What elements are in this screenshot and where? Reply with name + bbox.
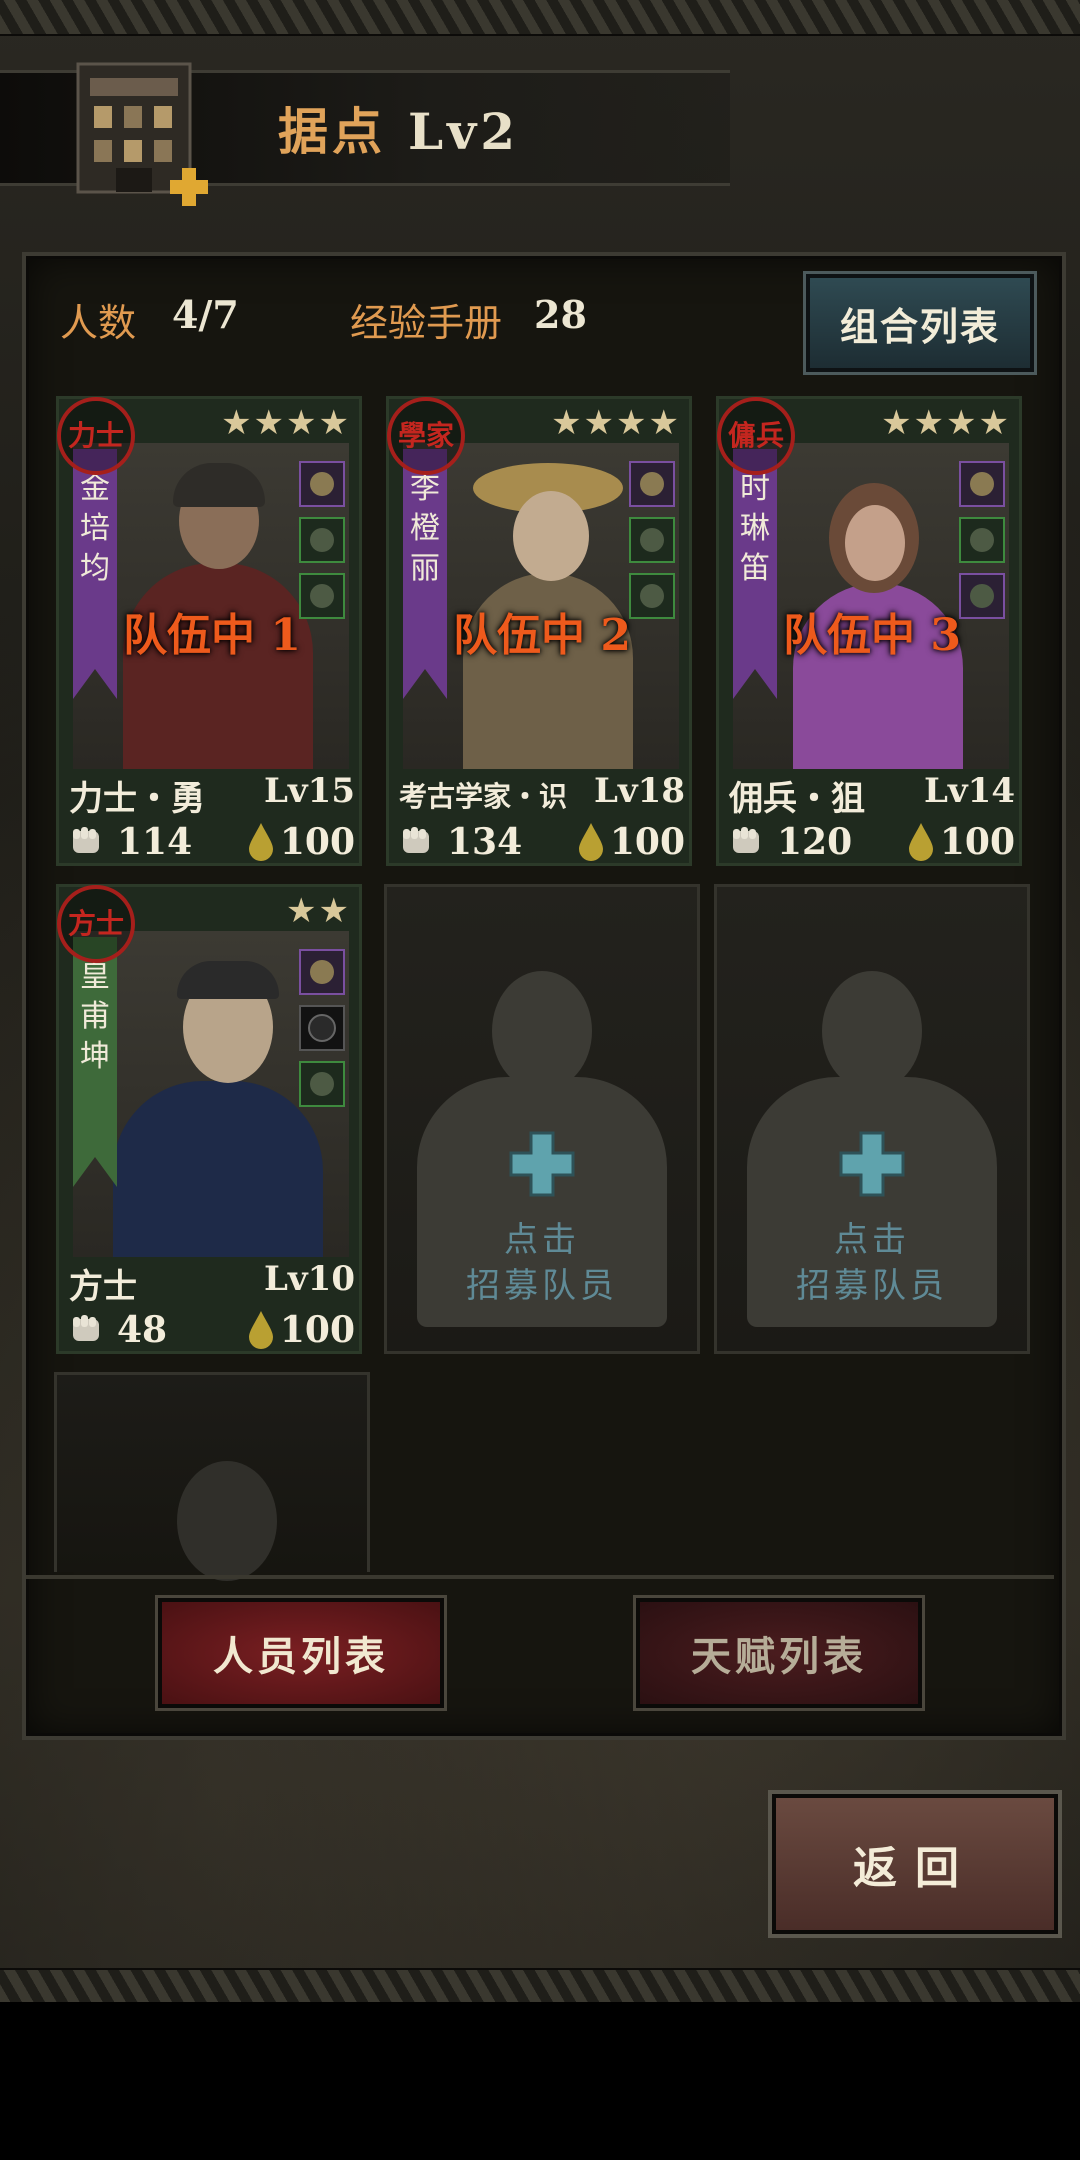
class-seal: 學家	[387, 397, 465, 475]
exp-book-value: 28	[534, 292, 587, 337]
locked-slot	[54, 1372, 370, 1581]
equipment-slot[interactable]	[299, 1005, 345, 1051]
star-rating: ★★★★	[551, 403, 681, 443]
silhouette-placeholder	[57, 1375, 367, 1581]
class-name: 方士	[69, 1267, 137, 1307]
bottom-border	[0, 1968, 1080, 2004]
name-char: 李	[410, 471, 440, 506]
member-level: Lv10	[264, 1259, 355, 1299]
member-level: Lv18	[594, 771, 685, 811]
bottom-bar	[0, 2002, 1080, 2160]
class-seal: 力士	[57, 397, 135, 475]
fist-icon	[73, 1315, 99, 1341]
recruit-line-2: 招募队员	[466, 1266, 618, 1306]
power-value: 134	[447, 821, 523, 863]
power-value: 114	[117, 821, 193, 863]
name-banner: 皇 甫 坤	[73, 937, 117, 1187]
name-char: 金	[80, 471, 110, 506]
stamina-value: 100	[939, 821, 1015, 863]
stamina-drop-icon	[249, 823, 273, 861]
fist-icon	[403, 827, 429, 853]
tab-divider	[26, 1575, 1054, 1579]
stamina-value: 100	[279, 821, 355, 863]
equipment-slot[interactable]	[959, 517, 1005, 563]
tab-member-list[interactable]: 人员列表	[155, 1595, 447, 1711]
member-count-label: 人数	[60, 301, 137, 345]
power-value: 48	[117, 1309, 168, 1351]
equipment-slot[interactable]	[629, 517, 675, 563]
plus-icon	[509, 1131, 575, 1197]
team-status-label: 队伍中 1	[123, 610, 301, 661]
combo-list-button[interactable]: 组合列表	[803, 271, 1037, 375]
equipment-slot[interactable]	[959, 461, 1005, 507]
name-char: 均	[80, 551, 110, 586]
name-char: 培	[80, 511, 110, 546]
fist-icon	[733, 827, 759, 853]
member-card[interactable]: 皇 甫 坤 方士 ★★ 方士 Lv10 48 100	[56, 884, 362, 1354]
stamina-value: 100	[279, 1309, 355, 1351]
name-char: 笛	[740, 551, 770, 586]
star-rating: ★★	[286, 891, 351, 931]
member-level: Lv15	[264, 771, 355, 811]
class-seal: 傭兵	[717, 397, 795, 475]
member-card[interactable]: 金 培 均 力士 ★★★★ 队伍中 1 力士・勇 Lv15 114 100	[56, 396, 362, 866]
fist-icon	[73, 827, 99, 853]
class-seal: 方士	[57, 885, 135, 963]
stronghold-icon	[76, 62, 208, 206]
star-rating: ★★★★	[881, 403, 1011, 443]
member-count-value: 4/7	[172, 292, 239, 337]
name-char: 时	[740, 471, 770, 506]
recruit-slot[interactable]: 点击 招募队员	[714, 884, 1030, 1354]
name-char: 坤	[80, 1039, 110, 1074]
top-border	[0, 0, 1080, 36]
stronghold-level: Lv2	[408, 102, 519, 161]
power-value: 120	[777, 821, 853, 863]
stamina-value: 100	[609, 821, 685, 863]
equipment-slot[interactable]	[629, 461, 675, 507]
recruit-slot[interactable]: 点击 招募队员	[384, 884, 700, 1354]
name-char: 皇	[80, 959, 110, 994]
recruit-line-1: 点击	[834, 1220, 910, 1260]
tab-talent-list[interactable]: 天赋列表	[633, 1595, 925, 1711]
back-button[interactable]: 返回	[768, 1790, 1062, 1938]
equipment-slot[interactable]	[299, 461, 345, 507]
recruit-line-2: 招募队员	[796, 1266, 948, 1306]
stamina-drop-icon	[579, 823, 603, 861]
title-text: 据点	[278, 102, 386, 161]
equipment-slot[interactable]	[299, 1061, 345, 1107]
member-level: Lv14	[924, 771, 1015, 811]
team-status-label: 队伍中 3	[783, 610, 961, 661]
team-status-label: 队伍中 2	[453, 610, 631, 661]
equipment-slot[interactable]	[299, 949, 345, 995]
class-name: 力士・勇	[69, 779, 205, 819]
name-char: 橙	[410, 511, 440, 546]
member-card[interactable]: 李 橙 丽 學家 ★★★★ 队伍中 2 考古学家・识 Lv18 134 100	[386, 396, 692, 866]
stamina-drop-icon	[249, 1311, 273, 1349]
name-char: 甫	[80, 999, 110, 1034]
name-char: 琳	[740, 511, 770, 546]
exp-book-label: 经验手册	[350, 301, 503, 345]
plus-icon	[839, 1131, 905, 1197]
recruit-line-1: 点击	[504, 1220, 580, 1260]
name-char: 丽	[410, 551, 440, 586]
star-rating: ★★★★	[221, 403, 351, 443]
equipment-slot[interactable]	[299, 517, 345, 563]
member-card[interactable]: 时 琳 笛 傭兵 ★★★★ 队伍中 3 佣兵・狙 Lv14 120 100	[716, 396, 1022, 866]
stamina-drop-icon	[909, 823, 933, 861]
recruit-label: 点击 招募队员	[387, 1217, 697, 1309]
page-title: 据点 Lv2	[278, 92, 519, 164]
class-name: 考古学家・识	[399, 780, 568, 813]
class-name: 佣兵・狙	[729, 779, 865, 819]
recruit-label: 点击 招募队员	[717, 1217, 1027, 1309]
